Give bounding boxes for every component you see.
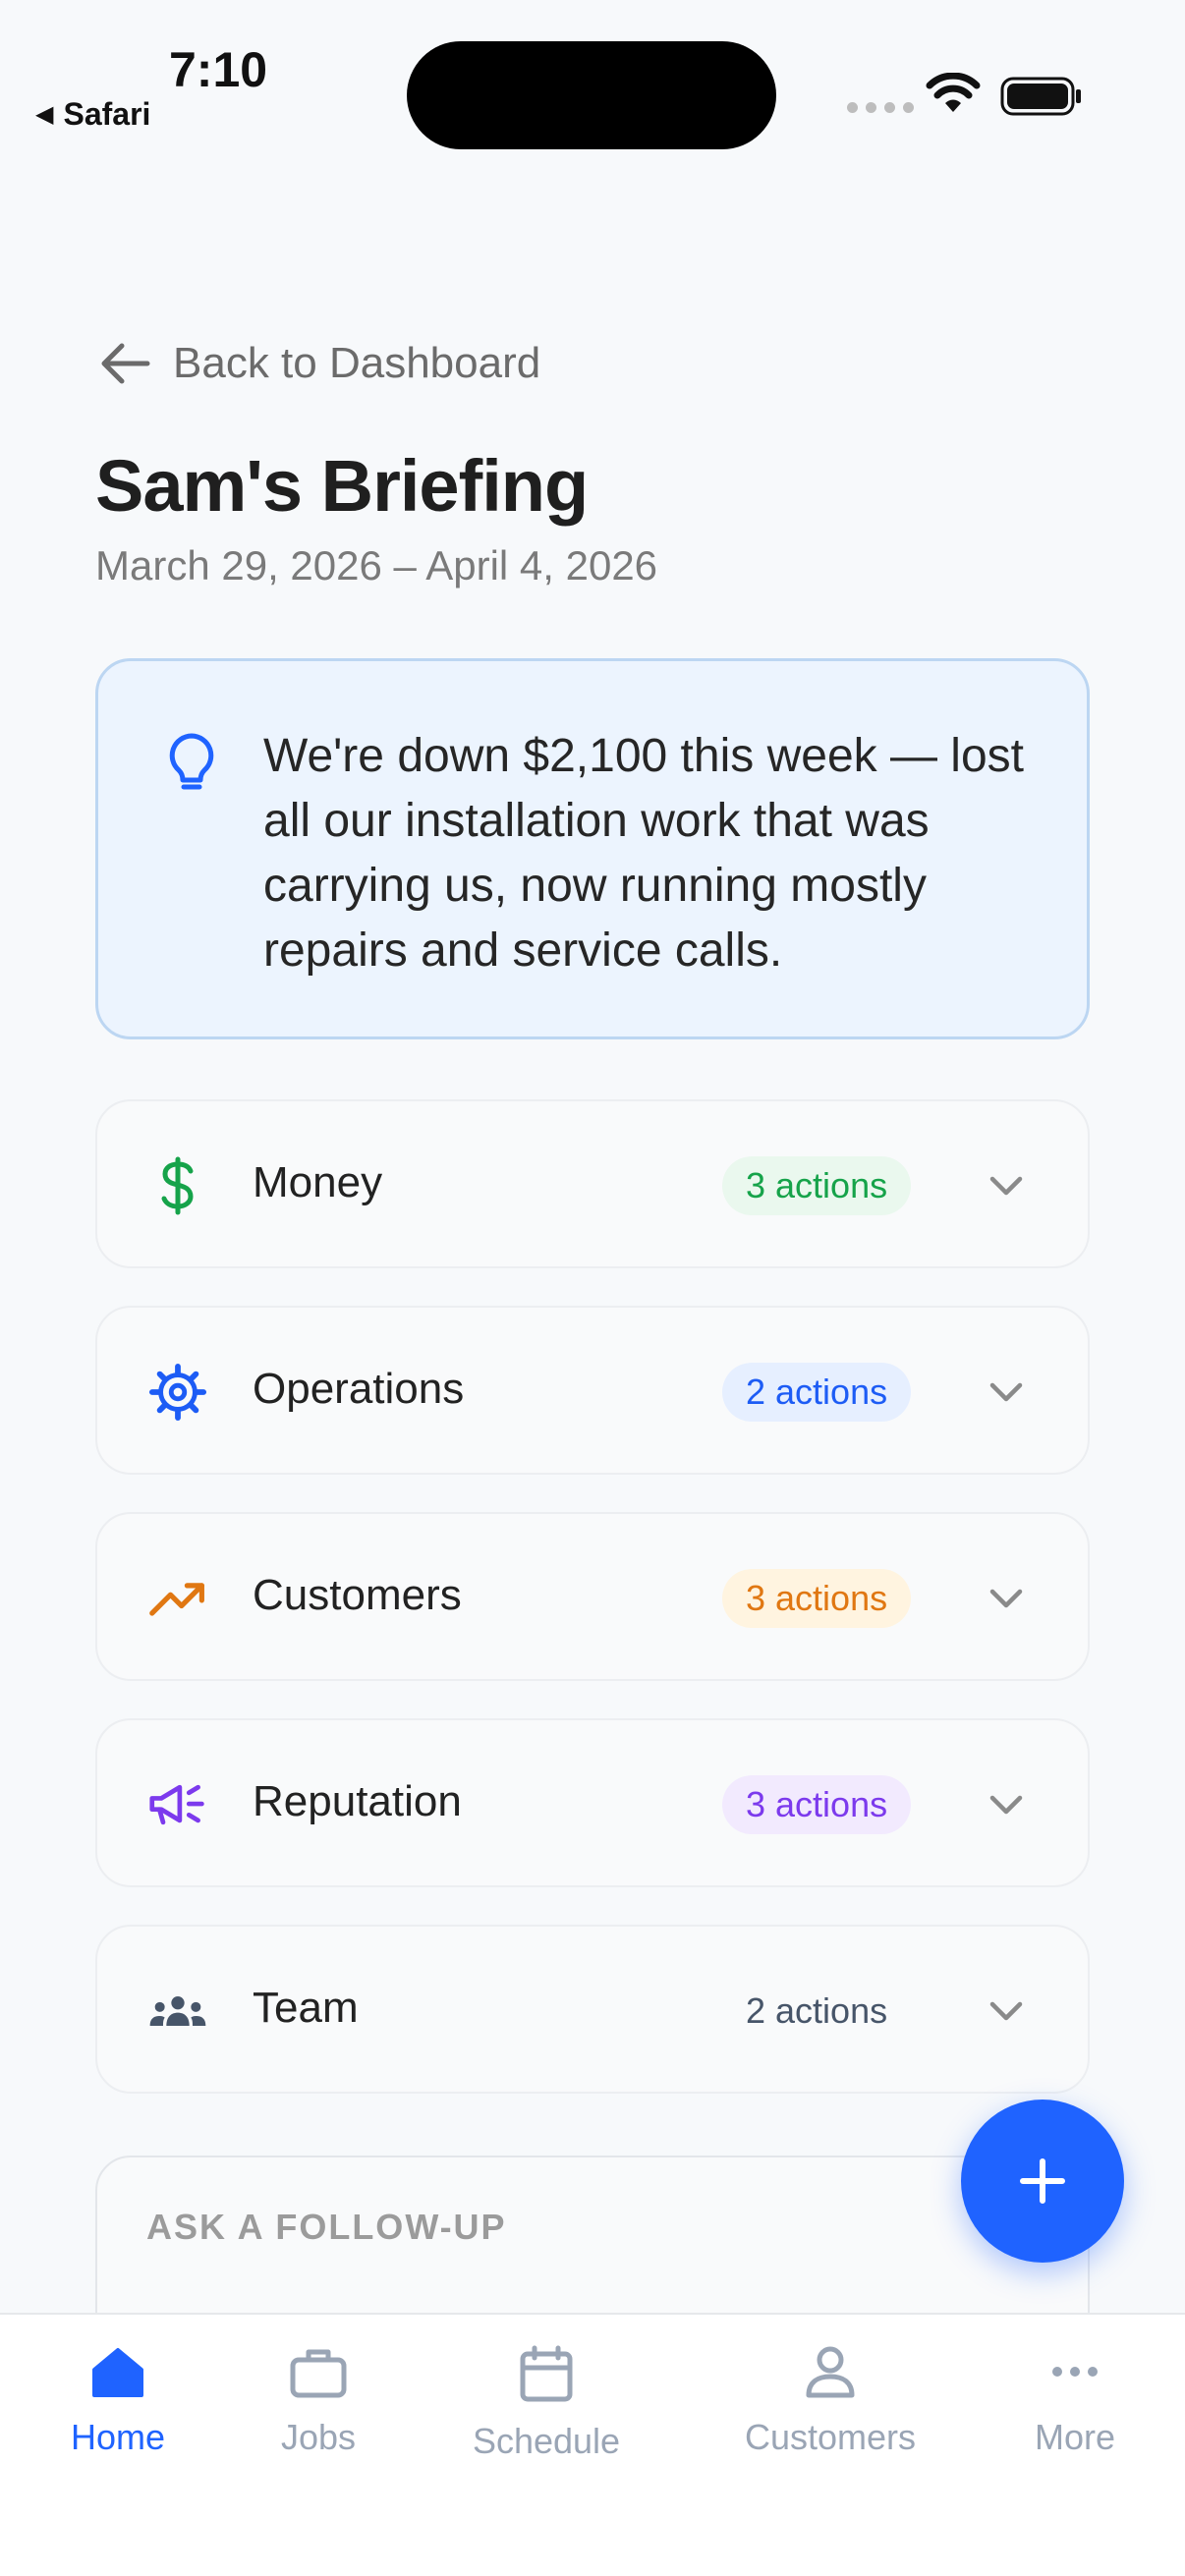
category-label-team: Team (253, 1984, 359, 2032)
add-fab-button[interactable] (961, 2100, 1124, 2263)
team-icon (148, 1982, 207, 2041)
tab-customers-label: Customers (744, 2417, 917, 2457)
trending-up-icon (148, 1569, 207, 1628)
follow-up-label: ASK A FOLLOW-UP (146, 2207, 507, 2247)
status-time: 7:10 (169, 42, 268, 97)
insight-text: We're down $2,100 this week — lost all o… (263, 730, 1024, 977)
tab-home-label: Home (70, 2417, 166, 2457)
category-row-customers[interactable]: Customers 3 actions (95, 1512, 1090, 1681)
plus-icon (1020, 2158, 1065, 2204)
date-range: March 29, 2026 – April 4, 2026 (95, 542, 658, 588)
tab-more[interactable]: More (1006, 2344, 1144, 2458)
bottom-tab-bar: Home Jobs Schedule Customers More (0, 2313, 1185, 2576)
back-to-dashboard-link[interactable]: Back to Dashboard (98, 339, 540, 388)
wifi-icon (926, 73, 981, 112)
category-label-operations: Operations (253, 1365, 465, 1413)
briefcase-icon (290, 2349, 347, 2398)
tab-jobs[interactable]: Jobs (250, 2344, 387, 2458)
tab-schedule-label: Schedule (472, 2421, 621, 2461)
tab-schedule[interactable]: Schedule (458, 2344, 635, 2462)
back-to-dashboard-label: Back to Dashboard (173, 339, 541, 387)
back-to-app[interactable]: ◀ Safari (35, 96, 150, 133)
battery-icon (1000, 77, 1081, 116)
tab-jobs-label: Jobs (280, 2417, 357, 2457)
tab-home[interactable]: Home (49, 2344, 187, 2458)
chevron-down-icon (989, 1795, 1023, 1815)
chevron-down-icon (989, 2001, 1023, 2021)
more-icon (1052, 2367, 1098, 2377)
category-row-reputation[interactable]: Reputation 3 actions (95, 1718, 1090, 1887)
category-label-reputation: Reputation (253, 1777, 462, 1825)
person-icon (806, 2346, 855, 2398)
category-row-team[interactable]: Team 2 actions (95, 1925, 1090, 2094)
back-app-label: Safari (63, 96, 151, 132)
status-bar: 7:10 ◀ Safari (0, 0, 1185, 157)
arrow-left-icon (101, 343, 150, 384)
insight-card: We're down $2,100 this week — lost all o… (95, 658, 1090, 1039)
category-row-operations[interactable]: Operations 2 actions (95, 1306, 1090, 1475)
calendar-icon (520, 2345, 573, 2402)
actions-badge-customers: 3 actions (722, 1569, 912, 1628)
dynamic-island (407, 41, 776, 149)
page-title: Sam's Briefing (95, 445, 589, 527)
actions-badge-operations: 2 actions (722, 1363, 912, 1422)
actions-badge-money: 3 actions (722, 1156, 912, 1215)
home-icon (92, 2348, 143, 2397)
tab-more-label: More (1034, 2417, 1116, 2457)
tab-customers[interactable]: Customers (727, 2344, 933, 2458)
category-label-customers: Customers (253, 1571, 462, 1619)
dollar-icon (148, 1156, 207, 1215)
signal-dots-icon (847, 102, 914, 113)
megaphone-icon (148, 1775, 207, 1834)
chevron-down-icon (989, 1589, 1023, 1608)
gear-icon (148, 1363, 207, 1422)
actions-badge-team: 2 actions (746, 1990, 888, 2031)
lightbulb-icon (169, 733, 214, 790)
category-label-money: Money (253, 1158, 383, 1206)
back-triangle-icon: ◀ (35, 101, 54, 128)
actions-badge-reputation: 3 actions (722, 1775, 912, 1834)
chevron-down-icon (989, 1176, 1023, 1196)
category-row-money[interactable]: Money 3 actions (95, 1099, 1090, 1268)
chevron-down-icon (989, 1382, 1023, 1402)
